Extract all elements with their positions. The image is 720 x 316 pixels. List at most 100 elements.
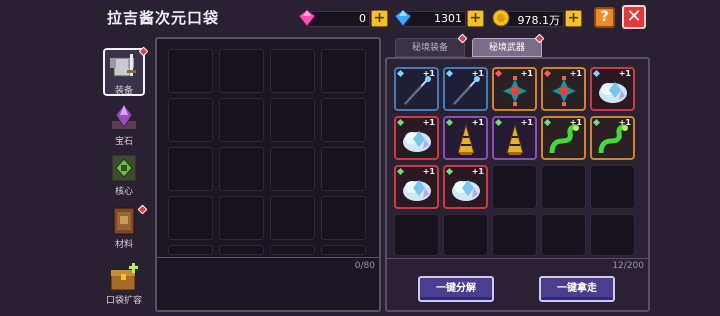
storage-slot[interactable]	[168, 196, 213, 240]
shuriken-icon	[549, 76, 579, 106]
treasure-chest-icon	[110, 263, 138, 291]
storage-slot[interactable]	[219, 147, 264, 191]
empty-slot[interactable]	[443, 214, 488, 256]
serpent-icon	[598, 124, 628, 154]
staff-icon	[453, 76, 480, 105]
storage-slot[interactable]	[219, 196, 264, 240]
sidebar-item-label: 宝石	[114, 137, 133, 147]
sidebar-item-label: 口袋扩容	[105, 296, 142, 306]
empty-slot[interactable]	[541, 165, 586, 209]
item-level: +1	[471, 69, 484, 78]
sidebar-item-equipment[interactable]: 装备	[103, 46, 149, 100]
storage-slot[interactable]	[168, 49, 213, 93]
shuriken-icon	[500, 76, 530, 106]
add-gold-button[interactable]: +	[565, 10, 582, 27]
weapon-item[interactable]: +1	[590, 67, 635, 111]
empty-slot[interactable]	[541, 214, 586, 256]
tab-secret-weapons[interactable]: 秘境武器	[472, 38, 542, 57]
weapon-item[interactable]: +1	[443, 67, 488, 111]
item-level: +1	[618, 118, 631, 127]
core-icon	[111, 154, 137, 182]
weapon-item[interactable]: +1	[394, 165, 439, 209]
sidebar-item-gems[interactable]: 宝石	[103, 103, 145, 151]
storage-slot[interactable]	[270, 196, 315, 240]
weapon-item[interactable]: +1	[541, 67, 586, 111]
item-level: +1	[520, 69, 533, 78]
storage-slot[interactable]	[321, 245, 366, 255]
add-pink-gems-button[interactable]: +	[371, 10, 388, 27]
storage-count: 0/80	[354, 261, 375, 271]
empty-slot[interactable]	[492, 214, 537, 256]
storage-slot[interactable]	[168, 245, 213, 255]
storage-slot[interactable]	[168, 98, 213, 142]
weapon-item[interactable]: +1	[541, 116, 586, 160]
storage-slot[interactable]	[321, 196, 366, 240]
weapon-item[interactable]: +1	[590, 116, 635, 160]
storage-slot[interactable]	[270, 147, 315, 191]
item-level: +1	[422, 69, 435, 78]
storage-slot[interactable]	[321, 98, 366, 142]
weapon-item[interactable]: +1	[443, 165, 488, 209]
item-level: +1	[422, 118, 435, 127]
storage-slot[interactable]	[219, 98, 264, 142]
item-level: +1	[569, 69, 582, 78]
storage-panel: 0/80	[155, 37, 381, 312]
item-level: +1	[520, 118, 533, 127]
help-button[interactable]: ?	[594, 7, 615, 28]
armor-icon	[110, 54, 136, 77]
crystal-cloud-icon	[403, 131, 431, 152]
pink-gem-value: 0	[359, 12, 366, 25]
empty-slot[interactable]	[590, 214, 635, 256]
storage-slot[interactable]	[219, 245, 264, 255]
weapon-item[interactable]: +1	[492, 67, 537, 111]
sidebar-item-core[interactable]: 核心	[103, 153, 145, 201]
drill-icon	[506, 123, 524, 155]
storage-slot[interactable]	[219, 49, 264, 93]
sidebar-item-materials[interactable]: 材料	[103, 204, 148, 254]
storage-slot[interactable]	[270, 245, 315, 255]
add-blue-gems-button[interactable]: +	[467, 10, 484, 27]
page-title: 拉吉酱次元口袋	[107, 9, 220, 27]
sidebar-item-label: 装备	[114, 86, 133, 96]
sidebar-item-pocket-expansion[interactable]: 口袋扩容	[103, 262, 145, 310]
tab-secret-equipment[interactable]: 秘境装备	[395, 38, 465, 57]
empty-slot[interactable]	[590, 165, 635, 209]
sidebar-item-label: 核心	[114, 187, 133, 197]
pink-gem-counter: 0 +	[298, 9, 390, 29]
crystal-cloud-icon	[599, 82, 627, 103]
blue-gem-icon	[394, 9, 412, 27]
weapon-item[interactable]: +1	[394, 116, 439, 160]
gold-value: 978.1万	[517, 14, 561, 27]
gem-stone-icon	[112, 104, 136, 129]
drill-icon	[457, 123, 475, 155]
gold-coin-icon	[492, 9, 510, 27]
decompose-all-button[interactable]: 一键分解	[418, 276, 494, 302]
blue-gem-counter: 1301 +	[394, 9, 486, 29]
item-level: +1	[422, 167, 435, 176]
storage-slot[interactable]	[321, 147, 366, 191]
blue-gem-value: 1301	[434, 12, 462, 25]
item-level: +1	[471, 118, 484, 127]
crystal-cloud-icon	[403, 180, 431, 201]
take-all-button[interactable]: 一键拿走	[539, 276, 615, 302]
empty-slot[interactable]	[492, 165, 537, 209]
sidebar-item-label: 材料	[114, 240, 133, 250]
weapon-item[interactable]: +1	[492, 116, 537, 160]
gold-counter: 978.1万 +	[492, 9, 584, 29]
storage-slot[interactable]	[270, 98, 315, 142]
storage-slot[interactable]	[270, 49, 315, 93]
storage-slot[interactable]	[168, 147, 213, 191]
pink-gem-icon	[298, 9, 316, 27]
weapon-count: 12/200	[612, 261, 644, 271]
close-button[interactable]: ✕	[622, 5, 646, 29]
weapon-panel: +1 +1 +1 +1 +1 +1 +1 +1 +1 +1 +1 +1 12/200	[385, 57, 650, 312]
item-level: +1	[618, 69, 631, 78]
item-level: +1	[471, 167, 484, 176]
storage-slot[interactable]	[321, 49, 366, 93]
staff-icon	[404, 76, 431, 105]
item-level: +1	[569, 118, 582, 127]
weapon-item[interactable]: +1	[394, 67, 439, 111]
weapon-item[interactable]: +1	[443, 116, 488, 160]
book-icon	[113, 207, 135, 235]
empty-slot[interactable]	[394, 214, 439, 256]
